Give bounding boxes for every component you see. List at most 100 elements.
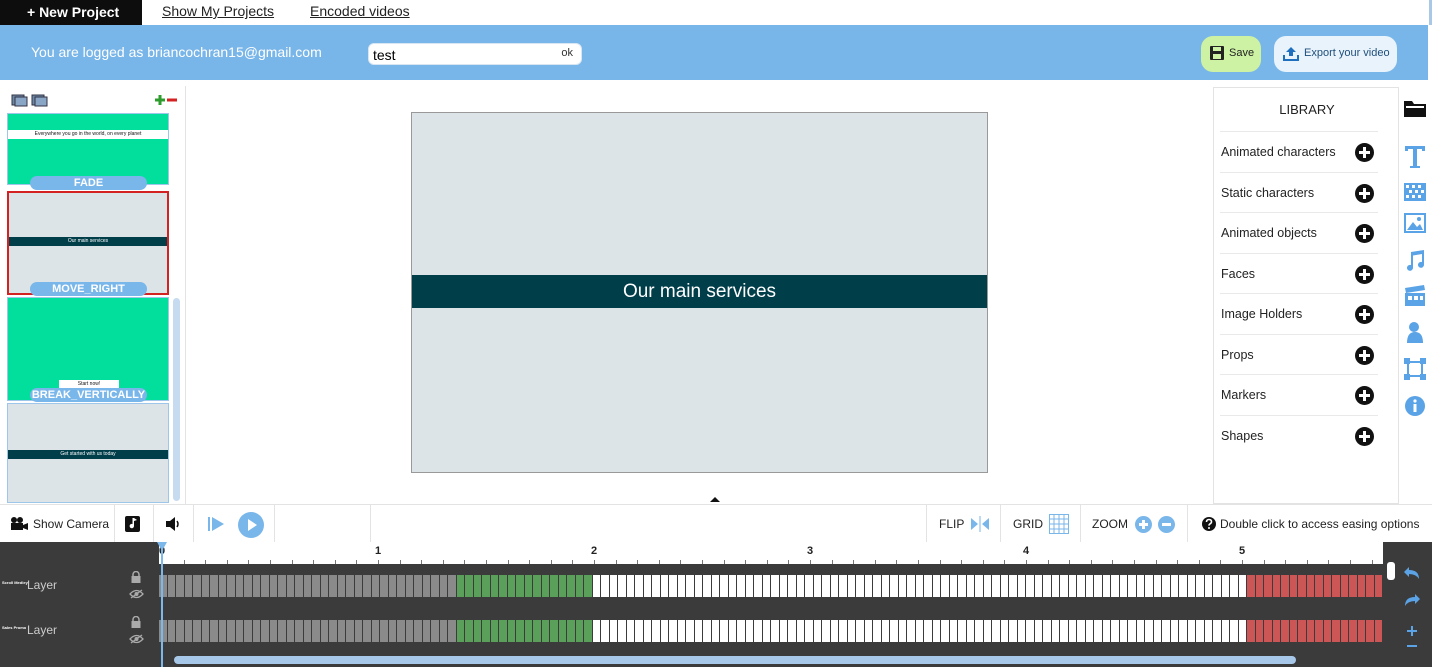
slide-thumbnail-4[interactable]: Get started with us today — [7, 403, 169, 503]
timeline-frame[interactable] — [303, 575, 312, 597]
timeline-frame[interactable] — [890, 620, 899, 642]
timeline-frame[interactable] — [788, 575, 797, 597]
timeline-frame[interactable] — [609, 575, 618, 597]
timeline-frame[interactable] — [1349, 575, 1358, 597]
timeline-frame[interactable] — [431, 620, 440, 642]
timeline-frame[interactable] — [176, 620, 185, 642]
timeline-frame[interactable] — [252, 620, 261, 642]
crop-frame-icon[interactable] — [1404, 358, 1426, 380]
timeline-frame[interactable] — [414, 620, 423, 642]
timeline-frame[interactable] — [1085, 575, 1094, 597]
timeline-frame[interactable] — [1000, 575, 1009, 597]
timeline-frame[interactable] — [1357, 575, 1366, 597]
timeline-frame[interactable] — [397, 575, 406, 597]
timeline-frame[interactable] — [286, 620, 295, 642]
play-icon[interactable] — [238, 512, 264, 538]
visibility-hidden-icon[interactable] — [129, 634, 144, 644]
timeline-frame[interactable] — [652, 620, 661, 642]
timeline-frame[interactable] — [201, 620, 210, 642]
add-circle-icon[interactable] — [1355, 143, 1374, 162]
volume-icon[interactable] — [165, 517, 181, 531]
library-item-shapes[interactable]: Shapes — [1220, 415, 1378, 455]
timeline-frame[interactable] — [1128, 620, 1137, 642]
layer-2-frames[interactable] — [159, 620, 1383, 642]
timeline-frame[interactable] — [881, 620, 890, 642]
timeline-frame[interactable] — [618, 620, 627, 642]
timeline-frame[interactable] — [227, 620, 236, 642]
timeline-frame[interactable] — [584, 620, 593, 642]
timeline-frame[interactable] — [652, 575, 661, 597]
timeline-frame[interactable] — [558, 620, 567, 642]
timeline-frame[interactable] — [966, 620, 975, 642]
timeline-frame[interactable] — [822, 575, 831, 597]
timeline-frame[interactable] — [694, 575, 703, 597]
timeline-frame[interactable] — [320, 575, 329, 597]
timeline-frame[interactable] — [941, 575, 950, 597]
timeline-frame[interactable] — [677, 575, 686, 597]
redo-icon[interactable] — [1403, 593, 1421, 607]
timeline-frame[interactable] — [269, 620, 278, 642]
timeline-frame[interactable] — [907, 620, 916, 642]
library-item-faces[interactable]: Faces — [1220, 253, 1378, 293]
timeline-vertical-scrollbar[interactable] — [1387, 562, 1395, 580]
timeline-frame[interactable] — [856, 575, 865, 597]
timeline-frame[interactable] — [422, 575, 431, 597]
timeline-frame[interactable] — [635, 575, 644, 597]
timeline-frame[interactable] — [924, 575, 933, 597]
timeline-frame[interactable] — [252, 575, 261, 597]
timeline-frame[interactable] — [694, 620, 703, 642]
timeline-frame[interactable] — [1119, 620, 1128, 642]
timeline-frame[interactable] — [1332, 575, 1341, 597]
timeline-frame[interactable] — [1204, 575, 1213, 597]
timeline-frame[interactable] — [320, 620, 329, 642]
timeline-frame[interactable] — [371, 620, 380, 642]
timeline-frame[interactable] — [354, 575, 363, 597]
timeline-frame[interactable] — [677, 620, 686, 642]
timeline-frame[interactable] — [380, 620, 389, 642]
timeline-zoom-out-icon[interactable] — [1407, 644, 1417, 648]
timeline-frame[interactable] — [329, 575, 338, 597]
timeline-frame[interactable] — [303, 620, 312, 642]
timeline-frame[interactable] — [176, 575, 185, 597]
timeline-frame[interactable] — [533, 620, 542, 642]
library-item-animated-characters[interactable]: Animated characters — [1220, 131, 1378, 171]
add-circle-icon[interactable] — [1355, 386, 1374, 405]
timeline-frame[interactable] — [1323, 620, 1332, 642]
library-item-animated-objects[interactable]: Animated objects — [1220, 212, 1378, 252]
timeline-frame[interactable] — [1298, 620, 1307, 642]
timeline-frame[interactable] — [1289, 575, 1298, 597]
timeline-frame[interactable] — [218, 575, 227, 597]
timeline-frame[interactable] — [745, 620, 754, 642]
timeline-frame[interactable] — [210, 620, 219, 642]
timeline-frame[interactable] — [1119, 575, 1128, 597]
timeline-frame[interactable] — [167, 575, 176, 597]
timeline-frame[interactable] — [278, 620, 287, 642]
add-circle-icon[interactable] — [1355, 427, 1374, 446]
timeline-frame[interactable] — [881, 575, 890, 597]
timeline-frame[interactable] — [473, 575, 482, 597]
timeline-frame[interactable] — [1272, 620, 1281, 642]
timeline-frame[interactable] — [1374, 620, 1383, 642]
add-circle-icon[interactable] — [1355, 184, 1374, 203]
remove-slide-icon[interactable] — [167, 95, 177, 105]
timeline-frame[interactable] — [1272, 575, 1281, 597]
timeline-frame[interactable] — [1264, 620, 1273, 642]
timeline-frame[interactable] — [839, 620, 848, 642]
timeline-frame[interactable] — [1298, 575, 1307, 597]
timeline-frame[interactable] — [261, 575, 270, 597]
timeline-frame[interactable] — [924, 620, 933, 642]
timeline-frame[interactable] — [992, 620, 1001, 642]
timeline-frame[interactable] — [983, 620, 992, 642]
encoded-videos-link[interactable]: Encoded videos — [310, 3, 410, 19]
folder-icon[interactable] — [1403, 98, 1427, 118]
timeline-frame[interactable] — [745, 575, 754, 597]
timeline-frame[interactable] — [1255, 620, 1264, 642]
slide-transition-3[interactable]: BREAK_VERTICALLY — [30, 388, 147, 402]
timeline-frame[interactable] — [244, 620, 253, 642]
camera-icon[interactable] — [10, 516, 28, 531]
timeline-frame[interactable] — [1162, 575, 1171, 597]
timeline-frame[interactable] — [686, 575, 695, 597]
timeline-frame[interactable] — [439, 575, 448, 597]
info-icon[interactable] — [1405, 396, 1425, 416]
slide-thumbnail-1[interactable]: Everywhere you go in the world, on every… — [7, 113, 169, 185]
